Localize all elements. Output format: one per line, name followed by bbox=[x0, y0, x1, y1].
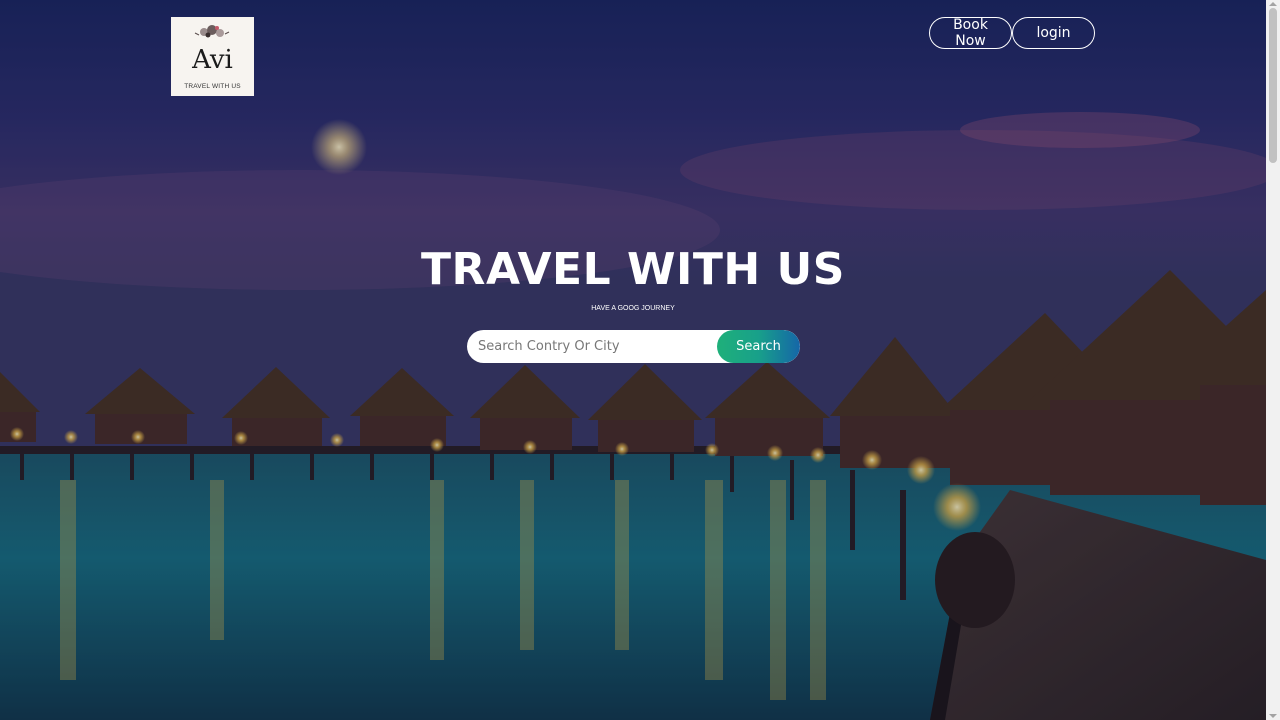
search-bar: Search bbox=[467, 330, 800, 363]
logo-name: Avi bbox=[192, 45, 233, 75]
scroll-up-icon[interactable] bbox=[1269, 2, 1277, 6]
scrollbar-thumb[interactable] bbox=[1269, 8, 1277, 163]
brand-logo[interactable]: Avi TRAVEL WITH US bbox=[171, 17, 254, 96]
login-button[interactable]: login bbox=[1012, 17, 1095, 49]
search-button[interactable]: Search bbox=[717, 330, 800, 363]
hero-title: TRAVEL WITH US bbox=[421, 244, 845, 295]
logo-flowers-icon bbox=[194, 25, 230, 38]
page: Avi TRAVEL WITH US Book Now login TRAVEL… bbox=[0, 0, 1280, 720]
book-now-button[interactable]: Book Now bbox=[929, 17, 1012, 49]
vertical-scrollbar[interactable] bbox=[1266, 0, 1280, 720]
scroll-down-icon[interactable] bbox=[1269, 714, 1277, 718]
hero-subtitle: HAVE A GOOG JOURNEY bbox=[591, 305, 675, 312]
logo-tagline: TRAVEL WITH US bbox=[184, 83, 241, 90]
search-input[interactable] bbox=[467, 330, 717, 363]
